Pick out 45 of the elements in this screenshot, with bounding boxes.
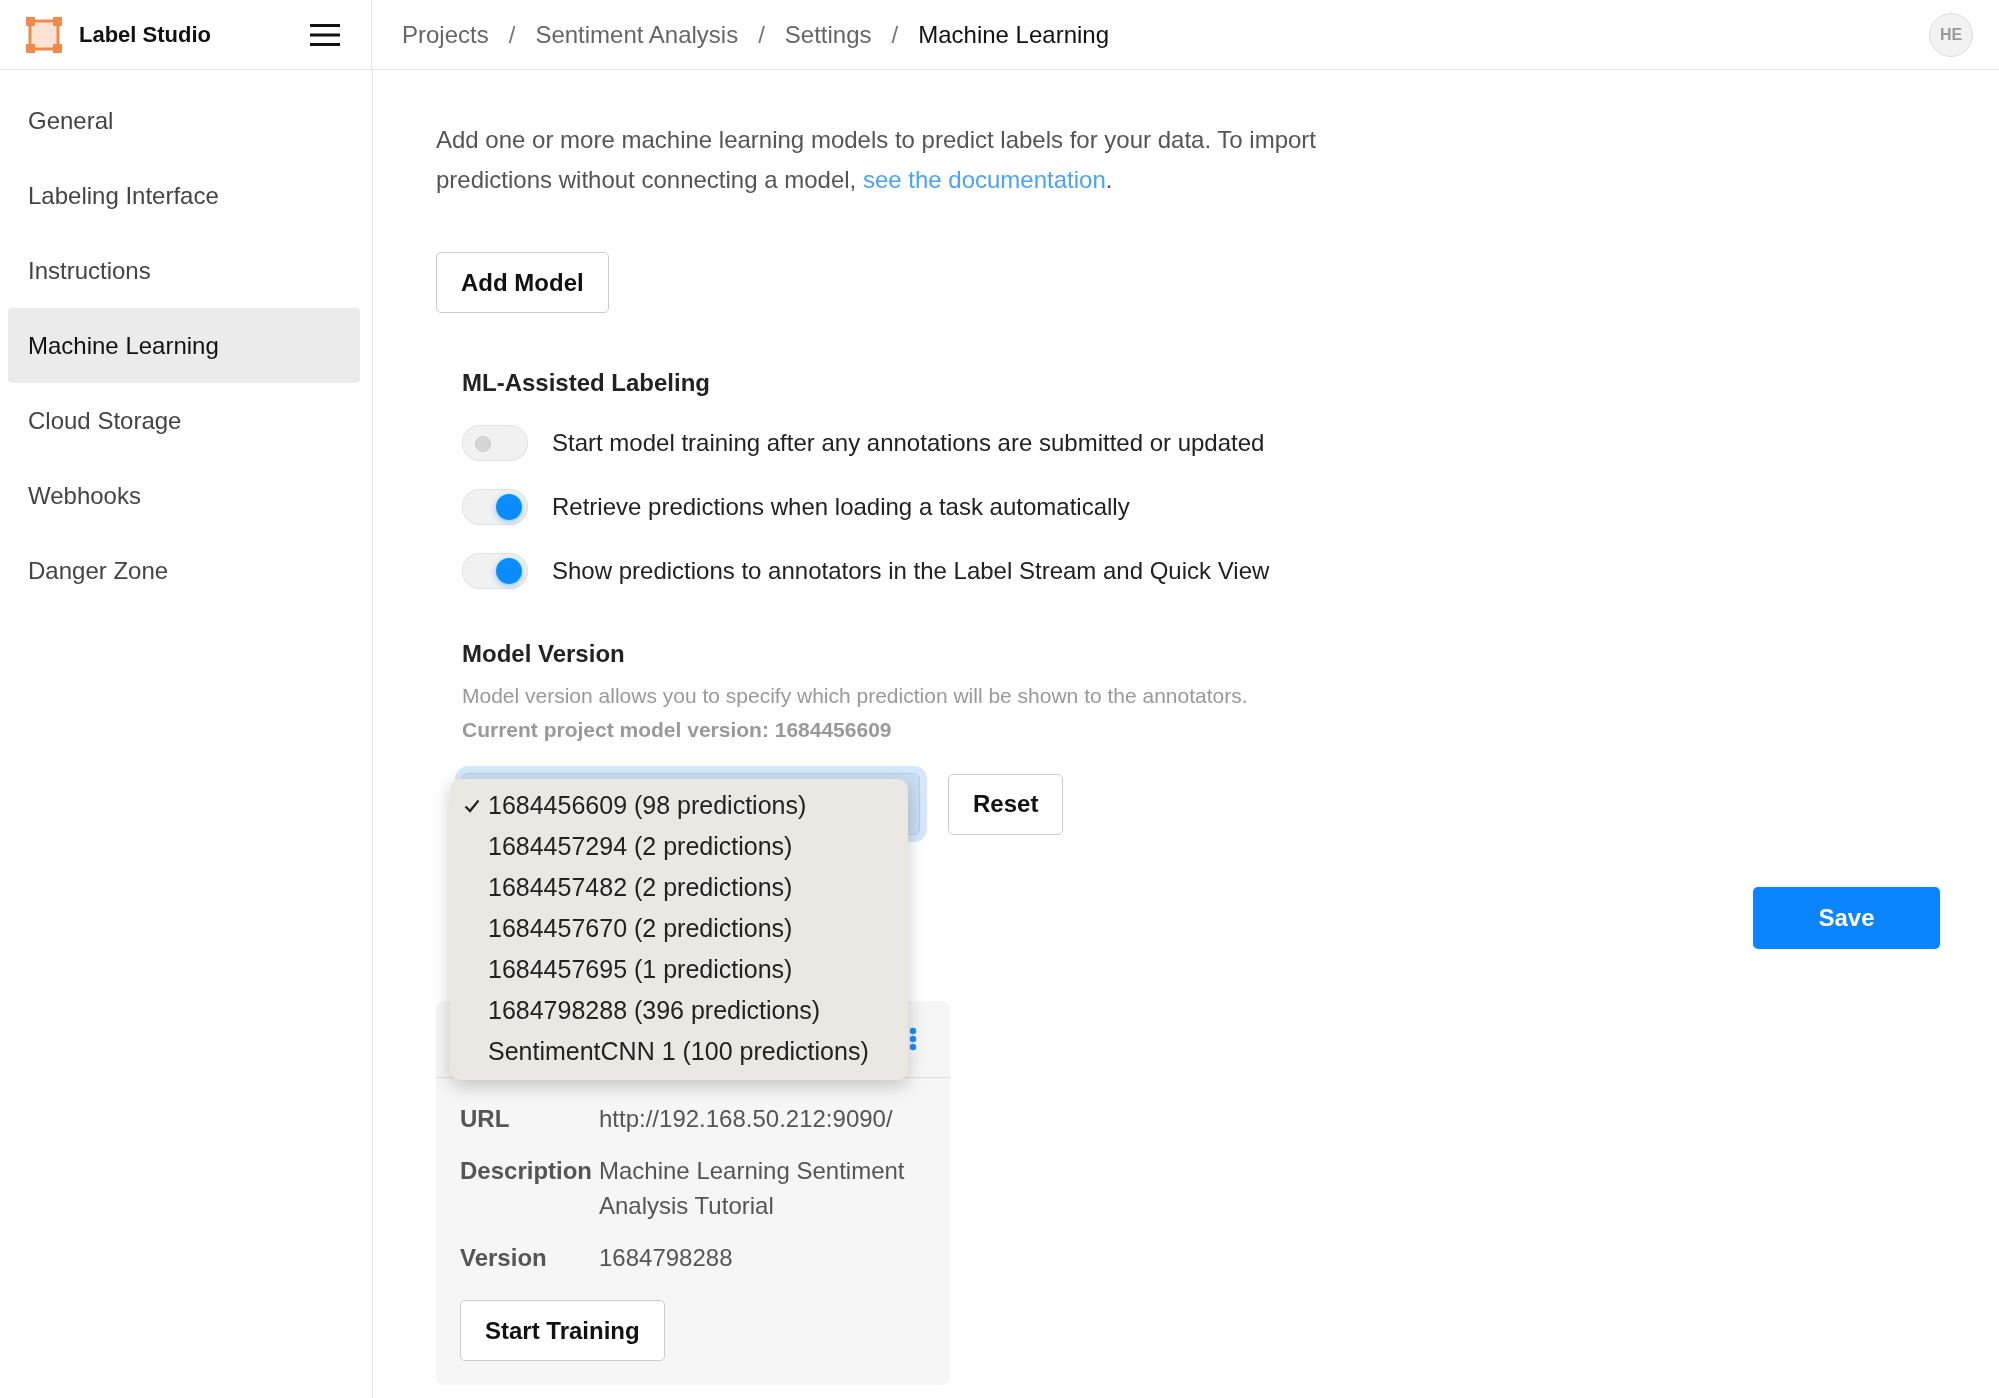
add-model-button[interactable]: Add Model xyxy=(436,252,609,313)
section-title: Model Version xyxy=(462,639,626,669)
current-version-text: Current project model version: 1684456609 xyxy=(462,717,893,743)
save-button[interactable]: Save xyxy=(1753,887,1940,949)
toggle-switch[interactable] xyxy=(462,425,528,461)
dropdown-option[interactable]: 1684456609 (98 predictions) xyxy=(450,785,908,826)
app-name: Label Studio xyxy=(79,21,211,48)
toggle-switch[interactable] xyxy=(462,553,528,589)
toggle-switch[interactable] xyxy=(462,489,528,525)
breadcrumb-separator: / xyxy=(891,20,899,49)
sidebar-item[interactable]: Instructions xyxy=(8,233,360,308)
breadcrumb-separator: / xyxy=(508,20,516,49)
breadcrumb-separator: / xyxy=(758,20,765,49)
toggle-label: Show predictions to annotators in the Label Stream and Quick View xyxy=(552,557,1270,585)
dropdown-option[interactable]: 1684457482 (2 predictions) xyxy=(450,867,908,908)
logo-icon xyxy=(26,16,62,53)
reset-button[interactable]: Reset xyxy=(948,773,1064,835)
field-value: 1684798288 xyxy=(599,1243,733,1273)
toggle-label: Start model training after any annotations are submitted or updated xyxy=(552,429,1265,457)
sidebar-item[interactable]: Machine Learning xyxy=(8,308,360,383)
field-label: Description xyxy=(460,1156,594,1186)
breadcrumb-link[interactable]: Settings xyxy=(784,20,872,49)
field-value: Machine Learning Sentiment Analysis Tutorial xyxy=(599,1156,906,1221)
field-label: Version xyxy=(460,1243,548,1273)
section-title: ML-Assisted Labeling xyxy=(462,368,712,398)
toggle-label: Retrieve predictions when loading a task automatically xyxy=(552,493,1130,521)
field-value: http://192.168.50.212:9090/ xyxy=(599,1104,893,1134)
sidebar-item[interactable]: Danger Zone xyxy=(8,533,360,608)
intro-text: Add one or more machine learning models to predict labels for your data. To import predictions without connecting a model, see the documentation. xyxy=(436,125,1318,195)
dropdown-option[interactable]: 1684457670 (2 predictions) xyxy=(450,908,908,949)
field-label: URL xyxy=(460,1104,511,1134)
breadcrumb-link[interactable]: Projects xyxy=(402,20,489,49)
dropdown-option[interactable]: SentimentCNN 1 (100 predictions) xyxy=(450,1031,908,1072)
sidebar-item[interactable]: General xyxy=(8,83,360,158)
dropdown-option[interactable]: 1684457294 (2 predictions) xyxy=(450,826,908,867)
sidebar-item[interactable]: Cloud Storage xyxy=(8,383,360,458)
more-options-icon[interactable] xyxy=(909,1027,917,1051)
menu-icon[interactable] xyxy=(310,23,340,46)
sidebar-item[interactable]: Labeling Interface xyxy=(8,158,360,233)
breadcrumb-link[interactable]: Sentiment Analysis xyxy=(535,20,739,49)
dropdown-option[interactable]: 1684457695 (1 predictions) xyxy=(450,949,908,990)
sidebar-item[interactable]: Webhooks xyxy=(8,458,360,533)
help-text: Model version allows you to specify which prediction will be shown to the annotators. xyxy=(462,683,1249,709)
start-training-button[interactable]: Start Training xyxy=(460,1300,665,1361)
dropdown-option[interactable]: 1684798288 (396 predictions) xyxy=(450,990,908,1031)
